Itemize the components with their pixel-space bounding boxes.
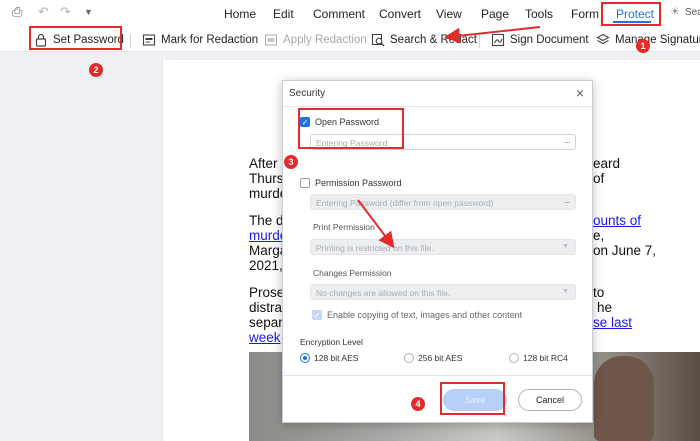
apply-redaction-label: Apply Redaction (283, 33, 367, 46)
radio-128-aes[interactable]: 128 bit AES (300, 353, 358, 363)
mark-for-redaction-button[interactable]: Mark for Redaction (142, 30, 258, 49)
doc-line: distra (249, 300, 283, 315)
chevron-down-icon: ▼ (562, 243, 569, 250)
doc-line: After (249, 156, 278, 171)
doc-line: Thurs (249, 171, 284, 186)
dialog-header: Security × (283, 81, 592, 107)
cancel-button[interactable]: Cancel (518, 389, 582, 411)
protect-highlight-box (601, 2, 661, 26)
menu-tools[interactable]: Tools (525, 7, 553, 21)
print-permission-label: Print Permission (313, 222, 375, 232)
toolbar-divider (130, 34, 131, 48)
search-redact-button[interactable]: Search & Redact (371, 30, 477, 49)
manage-signatures-icon (596, 33, 610, 47)
redo-icon[interactable]: ↷ (60, 4, 71, 20)
search-redact-icon (371, 33, 385, 47)
enable-copying-label: Enable copying of text, images and other… (327, 310, 523, 320)
mark-for-redaction-label: Mark for Redaction (161, 33, 259, 46)
checkbox-unchecked-icon (300, 178, 310, 188)
menu-convert[interactable]: Convert (379, 7, 421, 21)
doc-line-right: e, (593, 228, 605, 243)
doc-line: separ (249, 315, 283, 330)
menu-edit[interactable]: Edit (273, 7, 294, 21)
manage-signatures-label: Manage Signatures (615, 33, 700, 46)
search-redact-label: Search & Redact (390, 33, 477, 46)
doc-line: The d (249, 213, 284, 228)
step-badge-2: 2 (89, 63, 103, 77)
permission-password-label: Permission Password (315, 178, 402, 188)
encryption-level-label: Encryption Level (300, 337, 363, 347)
open-password-highlight-box (298, 108, 404, 149)
eye-off-icon[interactable]: ⌣ (564, 197, 570, 208)
sign-document-button[interactable]: Sign Document (491, 30, 589, 49)
step-badge-4: 4 (411, 397, 425, 411)
print-icon[interactable]: ⎙ (12, 4, 22, 20)
enable-copying-checkbox[interactable]: ✓ Enable copying of text, images and oth… (312, 310, 522, 320)
chevron-down-icon: ▼ (562, 288, 569, 295)
doc-link[interactable]: ounts of (593, 213, 641, 228)
mark-redaction-icon (142, 33, 156, 47)
doc-line-right: eard (593, 156, 621, 171)
permission-password-checkbox[interactable]: Permission Password (300, 178, 402, 188)
sign-document-label: Sign Document (510, 33, 589, 46)
doc-line: 2021, (249, 258, 283, 273)
dialog-title: Security (289, 88, 326, 99)
permission-password-input[interactable]: Entering Password (differ from open pass… (310, 194, 576, 210)
radio-unselected-icon (509, 353, 519, 363)
print-permission-select[interactable]: Printing is restricted on this file. ▼ (310, 239, 576, 255)
radio-unselected-icon (404, 353, 414, 363)
menu-view[interactable]: View (436, 7, 462, 21)
radio-256-aes[interactable]: 256 bit AES (404, 353, 462, 363)
eye-off-icon[interactable]: ⌣ (564, 137, 570, 148)
menu-form[interactable]: Form (571, 7, 599, 21)
dropdown-icon[interactable]: ▼ (84, 7, 93, 17)
doc-line-right: to (593, 285, 605, 300)
doc-link[interactable]: week (249, 330, 281, 345)
step-badge-1: 1 (636, 39, 650, 53)
doc-line-right: he (597, 300, 613, 315)
changes-permission-label: Changes Permission (313, 268, 392, 278)
menu-comment[interactable]: Comment (313, 7, 365, 21)
menu-bar: ⎙ ↶ ↷ ▼ Home Edit Comment Convert View P… (0, 0, 700, 27)
changes-permission-select[interactable]: No changes are allowed on this file. ▼ (310, 284, 576, 300)
menu-home[interactable]: Home (224, 7, 256, 21)
doc-line-right: on June 7, (593, 243, 657, 258)
doc-link[interactable]: se last (593, 315, 632, 330)
step-badge-3: 3 (284, 155, 298, 169)
sign-icon (491, 33, 505, 47)
doc-line: Prose (249, 285, 285, 300)
close-icon[interactable]: × (576, 85, 584, 101)
apply-redaction-button[interactable]: Apply Redaction (264, 30, 367, 49)
dialog-footer-divider (283, 375, 592, 376)
set-password-highlight-box (29, 26, 122, 50)
apply-redaction-icon (264, 33, 278, 47)
search-label[interactable]: Sear (685, 7, 700, 18)
checkbox-checked-icon: ✓ (312, 310, 322, 320)
undo-icon[interactable]: ↶ (38, 4, 49, 20)
menu-page[interactable]: Page (481, 7, 509, 21)
save-highlight-box (440, 382, 505, 415)
doc-line-right: of (593, 171, 605, 186)
radio-128-rc4[interactable]: 128 bit RC4 (509, 353, 568, 363)
lightbulb-icon[interactable]: ☀ (670, 5, 680, 18)
radio-selected-icon (300, 353, 310, 363)
toolbar-divider (479, 34, 480, 48)
